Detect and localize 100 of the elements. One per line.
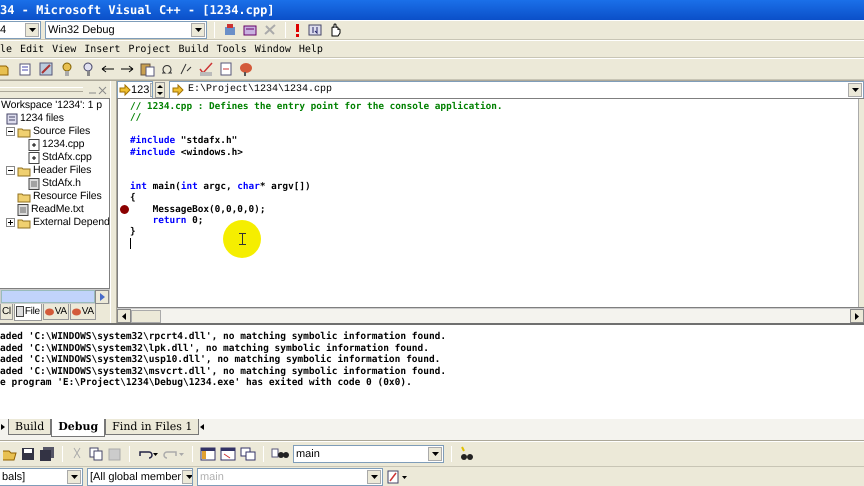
dropdown-button[interactable] — [182, 470, 192, 484]
tree-item[interactable]: StdAfx.h — [42, 177, 81, 190]
menu-item[interactable]: Edit — [16, 44, 48, 54]
save-icon[interactable] — [21, 446, 35, 462]
code-line: #include "stdafx.h" — [130, 135, 238, 147]
left-arrow-icon — [122, 312, 126, 320]
paste-icon[interactable] — [139, 61, 155, 77]
document-icon[interactable] — [219, 61, 233, 77]
filter-combo[interactable]: [All global member — [87, 468, 193, 486]
scrollbar-thumb[interactable] — [1, 290, 95, 303]
file-icon — [28, 178, 40, 190]
code-line: { — [130, 192, 136, 204]
tree-item[interactable]: 1234.cpp — [42, 138, 84, 151]
source-file-icon — [28, 138, 40, 150]
arrow-icon — [119, 84, 131, 96]
expander-icon[interactable] — [6, 218, 15, 227]
file-icon — [16, 306, 24, 317]
caret-icon — [370, 474, 378, 478]
menu-item[interactable]: le — [0, 44, 16, 54]
comment-icon[interactable] — [179, 61, 193, 77]
right-arrow-icon — [100, 293, 104, 301]
panel-tab[interactable]: VA — [42, 304, 69, 320]
caret-icon — [28, 28, 36, 32]
scroll-right-button[interactable] — [850, 309, 864, 323]
expander-icon[interactable] — [6, 127, 15, 136]
horizontal-scrollbar[interactable] — [0, 289, 110, 304]
output-tab[interactable]: Debug — [51, 419, 106, 437]
tools-icon[interactable] — [38, 61, 54, 77]
tree-item[interactable]: StdAfx.cpp — [42, 151, 92, 164]
panel-tab[interactable]: File — [14, 304, 42, 321]
code-line: return 0; — [152, 214, 204, 226]
copy-icon[interactable] — [88, 446, 104, 462]
spin-arrows-icon — [157, 84, 163, 96]
folder-icon — [17, 164, 31, 176]
menu-item[interactable]: Insert — [80, 44, 124, 54]
caret-icon — [852, 88, 858, 92]
spin-button[interactable] — [155, 82, 165, 98]
dropdown-button[interactable] — [191, 23, 205, 37]
expander-icon[interactable] — [6, 166, 15, 175]
source-file-icon — [28, 152, 40, 164]
output-line: aded 'C:\WINDOWS\system32\msvcrt.dll', no matching symbolic information found. — [0, 366, 448, 377]
configuration-combo[interactable]: Win32 Debug — [45, 21, 207, 39]
tree-item[interactable]: Source Files — [33, 125, 90, 138]
menu-item[interactable]: View — [48, 44, 80, 54]
text-cursor-icon — [238, 233, 246, 245]
output-line: aded 'C:\WINDOWS\system32\usp10.dll', no matching symbolic information found. — [0, 354, 442, 366]
file-icon — [17, 204, 29, 216]
caret-icon — [194, 28, 202, 32]
output-line: aded 'C:\WINDOWS\system32\rpcrt4.dll', no matching symbolic information found. — [0, 331, 448, 342]
output-tab[interactable]: Find in Files 1 — [105, 419, 200, 435]
close-icon[interactable] — [98, 84, 107, 94]
tree-item[interactable]: ReadMe.txt — [31, 203, 84, 216]
project-combo[interactable]: 4 — [0, 21, 41, 39]
save-all-icon[interactable] — [39, 446, 55, 462]
right-arrow-icon — [855, 312, 859, 320]
window-title: 34 - Microsoft Visual C++ - [1234.cpp] — [0, 3, 275, 17]
step-icon[interactable] — [307, 22, 323, 38]
code-line: #include <windows.h> — [130, 146, 243, 158]
output-line: e program 'E:\Project\1234\Debug\1234.exe' has exited with code 0 (0x0). — [0, 377, 413, 388]
tree-item[interactable]: 1234 files — [20, 112, 64, 125]
new-class-icon[interactable] — [17, 61, 33, 77]
minus-icon — [7, 167, 14, 174]
spell-check-icon[interactable] — [198, 61, 214, 77]
output-tab[interactable]: Build — [8, 419, 52, 435]
code-line: int main(int argc, char* argv[]) — [130, 180, 311, 192]
scroll-left-button[interactable] — [117, 309, 131, 323]
menu-item[interactable]: Build — [174, 44, 213, 54]
tree-item[interactable]: Header Files — [33, 164, 92, 177]
minus-icon — [7, 128, 14, 135]
code-line: } — [130, 226, 136, 238]
menu-item[interactable]: Project — [124, 44, 175, 54]
file-path-combo[interactable]: E:\Project\1234\1234.cpp — [169, 80, 864, 98]
folder-icon — [17, 216, 31, 228]
menu-item[interactable]: Tools — [212, 44, 251, 54]
caret-icon — [70, 474, 78, 478]
code-line: // — [130, 112, 142, 124]
dropdown-button[interactable] — [25, 23, 39, 37]
dropdown-button[interactable] — [428, 447, 442, 461]
menu-item[interactable]: Help — [294, 44, 327, 54]
find-combo[interactable]: main — [293, 445, 444, 463]
workspace-icon[interactable] — [200, 446, 216, 462]
wizard-action-icon[interactable] — [387, 468, 409, 484]
tree-item[interactable]: External Depend — [33, 216, 109, 229]
compile-icon[interactable] — [222, 22, 238, 38]
code-line: MessageBox(0,0,0,0); — [152, 204, 266, 215]
dropdown-button[interactable] — [848, 82, 862, 96]
menu-item[interactable]: Window — [250, 44, 295, 54]
panel-tab[interactable]: VA — [70, 304, 96, 320]
folder-icon — [17, 190, 31, 202]
project-icon — [6, 112, 18, 124]
output-window-icon[interactable] — [220, 446, 236, 462]
panel-tab[interactable]: Cl — [0, 304, 13, 320]
function-combo[interactable]: 123 — [117, 80, 153, 98]
workspace-title[interactable]: Workspace '1234': 1 p — [1, 99, 102, 112]
window-list-icon[interactable] — [240, 446, 256, 462]
class-combo[interactable]: bals] — [0, 468, 83, 486]
tree-item[interactable]: Resource Files — [33, 190, 102, 203]
caret-icon — [186, 474, 192, 478]
scrollbar-thumb[interactable] — [131, 310, 161, 322]
dropdown-button[interactable] — [67, 470, 81, 484]
